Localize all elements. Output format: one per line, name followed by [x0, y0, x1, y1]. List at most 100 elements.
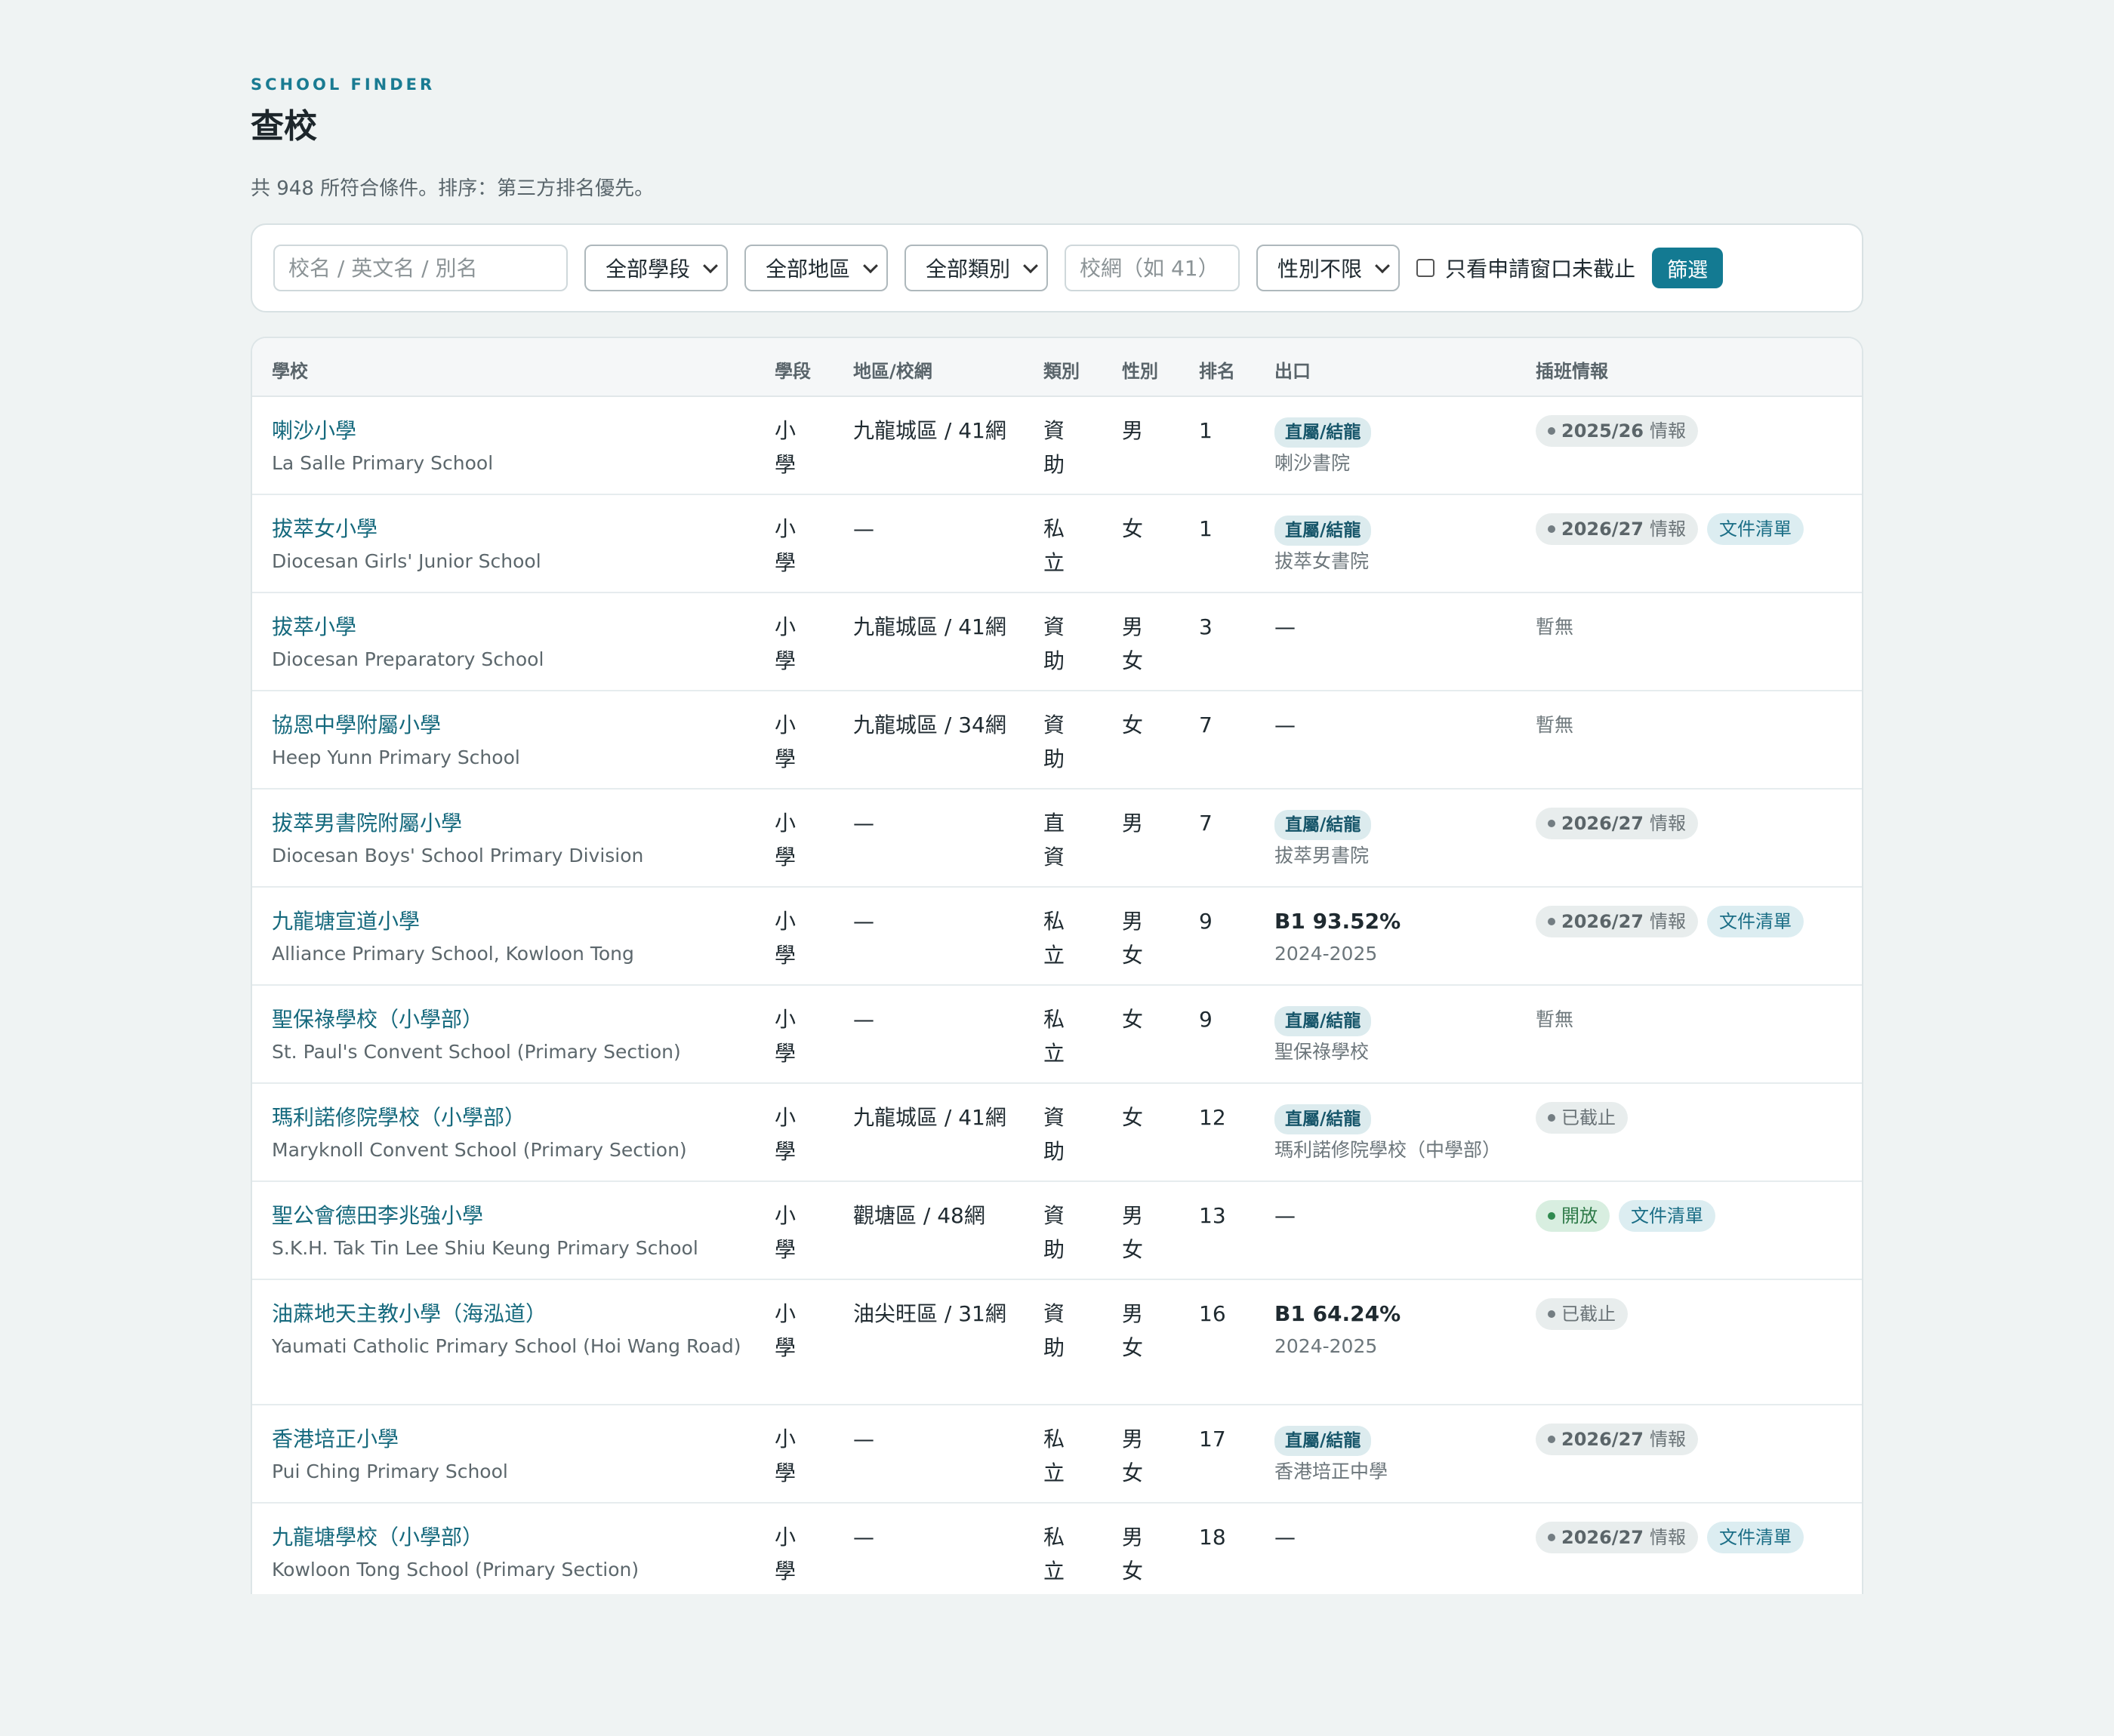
intel-year-badge[interactable]: 2026/27 情報: [1536, 808, 1698, 839]
intel-year-badge[interactable]: 2026/27 情報: [1536, 906, 1698, 937]
school-name-link[interactable]: 協恩中學附屬小學: [272, 708, 755, 742]
type-cell: 資助: [1043, 1203, 1065, 1262]
school-name-link[interactable]: 拔萃小學: [272, 610, 755, 644]
outlet-school: 拔萃女書院: [1274, 550, 1370, 572]
gender-cell: 男: [1122, 418, 1144, 443]
outlet-empty: —: [1274, 614, 1296, 639]
intel-cell: 2026/27 情報: [1536, 1422, 1853, 1455]
intel-cell: 2026/27 情報 文件清單: [1536, 904, 1853, 937]
school-cell: 聖保祿學校（小學部） St. Paul's Convent School (Pr…: [272, 1002, 755, 1068]
column-header-gender[interactable]: 性別: [1122, 355, 1182, 389]
column-header-district[interactable]: 地區/校網: [853, 355, 1012, 389]
school-cell: 協恩中學附屬小學 Heep Yunn Primary School: [272, 708, 755, 774]
intel-year-badge[interactable]: 2026/27 情報: [1536, 1522, 1698, 1553]
school-cell: 聖公會德田李兆強小學 S.K.H. Tak Tin Lee Shiu Keung…: [272, 1199, 755, 1264]
district-cell: —: [853, 1007, 874, 1032]
school-name-link[interactable]: 九龍塘宣道小學: [272, 904, 755, 938]
rank-cell: 9: [1199, 1007, 1213, 1032]
school-english-name: St. Paul's Convent School (Primary Secti…: [272, 1041, 681, 1063]
school-name-link[interactable]: 拔萃女小學: [272, 512, 755, 546]
column-header-outlet[interactable]: 出口: [1274, 355, 1531, 389]
gender-cell: 女: [1122, 713, 1144, 737]
table-row[interactable]: 拔萃男書院附屬小學 Diocesan Boys' School Primary …: [252, 790, 1862, 888]
stage-cell: 小學: [775, 1525, 797, 1584]
rank-cell: 17: [1199, 1427, 1226, 1451]
table-row[interactable]: 九龍塘宣道小學 Alliance Primary School, Kowloon…: [252, 888, 1862, 986]
school-name-link[interactable]: 九龍塘學校（小學部）: [272, 1520, 755, 1554]
status-dot-icon: [1548, 820, 1555, 827]
intel-word: 情報: [1649, 812, 1686, 834]
school-name-link[interactable]: 聖公會德田李兆強小學: [272, 1199, 755, 1233]
table-row[interactable]: 協恩中學附屬小學 Heep Yunn Primary School 小學 九龍城…: [252, 691, 1862, 790]
chevron-down-icon: [863, 258, 878, 274]
district-cell: —: [853, 811, 874, 836]
rank-cell: 7: [1199, 811, 1213, 836]
stage-cell: 小學: [775, 909, 797, 968]
school-english-name: Kowloon Tong School (Primary Section): [272, 1559, 639, 1581]
school-name-link[interactable]: 聖保祿學校（小學部）: [272, 1002, 755, 1036]
school-net-input[interactable]: [1065, 245, 1240, 291]
app-eyebrow: SCHOOL FINDER: [251, 75, 436, 94]
type-cell: 私立: [1043, 1007, 1065, 1066]
category-select-value: 全部類別: [926, 257, 1011, 282]
district-select-value: 全部地區: [766, 257, 851, 282]
stage-select[interactable]: 全部學段: [584, 245, 729, 291]
status-dot-icon: [1548, 1534, 1555, 1541]
outlet-cell: 直屬/結龍 聖保祿學校: [1274, 1002, 1531, 1068]
school-search-input[interactable]: [273, 245, 568, 291]
document-list-link[interactable]: 文件清單: [1706, 1522, 1804, 1553]
intel-year: 2026/27: [1561, 518, 1644, 540]
school-name-link[interactable]: 拔萃男書院附屬小學: [272, 806, 755, 840]
table-row[interactable]: 拔萃小學 Diocesan Preparatory School 小學 九龍城區…: [252, 593, 1862, 691]
school-name-link[interactable]: 喇沙小學: [272, 414, 755, 448]
intel-year-badge[interactable]: 2026/27 情報: [1536, 513, 1698, 545]
intel-year: 2026/27: [1561, 1526, 1644, 1548]
open-only-checkbox[interactable]: [1416, 259, 1435, 277]
intel-none: 暫無: [1536, 714, 1574, 736]
table-row[interactable]: 喇沙小學 La Salle Primary School 小學 九龍城區 / 4…: [252, 397, 1862, 495]
table-row[interactable]: 九龍塘學校（小學部） Kowloon Tong School (Primary …: [252, 1504, 1862, 1594]
table-row[interactable]: 拔萃女小學 Diocesan Girls' Junior School 小學 —…: [252, 495, 1862, 593]
column-header-rank[interactable]: 排名: [1199, 355, 1252, 389]
category-select[interactable]: 全部類別: [904, 245, 1049, 291]
stage-cell: 小學: [775, 1301, 797, 1360]
outlet-banding-rate: B1 93.52%: [1274, 909, 1401, 934]
document-list-link[interactable]: 文件清單: [1619, 1200, 1715, 1232]
district-cell: 觀塘區 / 48網: [853, 1203, 985, 1228]
table-row[interactable]: 油蔴地天主教小學（海泓道） Yaumati Catholic Primary S…: [252, 1280, 1862, 1405]
table-row[interactable]: 香港培正小學 Pui Ching Primary School 小學 — 私立 …: [252, 1405, 1862, 1504]
column-header-stage[interactable]: 學段: [775, 355, 835, 389]
table-row[interactable]: 瑪利諾修院學校（小學部） Maryknoll Convent School (P…: [252, 1084, 1862, 1182]
document-list-link[interactable]: 文件清單: [1706, 513, 1804, 545]
school-name-link[interactable]: 香港培正小學: [272, 1422, 755, 1456]
district-select[interactable]: 全部地區: [744, 245, 889, 291]
outlet-empty: —: [1274, 713, 1296, 737]
district-cell: —: [853, 1525, 874, 1550]
rank-cell: 18: [1199, 1525, 1226, 1550]
open-only-filter[interactable]: 只看申請窗口未截止: [1416, 253, 1635, 283]
table-row[interactable]: 聖保祿學校（小學部） St. Paul's Convent School (Pr…: [252, 986, 1862, 1084]
result-summary: 共 948 所符合條件。排序：第三方排名優先。: [251, 177, 655, 200]
school-name-link[interactable]: 油蔴地天主教小學（海泓道）: [272, 1297, 755, 1331]
stage-cell: 小學: [775, 614, 797, 673]
table-row[interactable]: 聖公會德田李兆強小學 S.K.H. Tak Tin Lee Shiu Keung…: [252, 1182, 1862, 1280]
outlet-school: 瑪利諾修院學校（中學部）: [1274, 1139, 1502, 1161]
gender-select[interactable]: 性別不限: [1256, 245, 1401, 291]
outlet-year: 2024-2025: [1274, 1335, 1378, 1357]
filter-bar: 全部學段 全部地區 全部類別 性別不限 只看申請窗口未截止 篩選: [251, 223, 1863, 312]
intel-cell: 2025/26 情報: [1536, 414, 1853, 447]
gender-cell: 男女: [1122, 1203, 1144, 1262]
school-cell: 拔萃男書院附屬小學 Diocesan Boys' School Primary …: [272, 806, 755, 872]
rank-cell: 1: [1199, 418, 1213, 443]
district-cell: 九龍城區 / 34網: [853, 713, 1006, 737]
intel-cell: 2026/27 情報 文件清單: [1536, 512, 1853, 545]
document-list-link[interactable]: 文件清單: [1706, 906, 1804, 937]
column-header-type[interactable]: 類別: [1043, 355, 1104, 389]
intel-year-badge[interactable]: 2025/26 情報: [1536, 415, 1698, 447]
school-name-link[interactable]: 瑪利諾修院學校（小學部）: [272, 1100, 755, 1134]
column-header-school[interactable]: 學校: [272, 355, 755, 389]
intel-year-badge[interactable]: 2026/27 情報: [1536, 1424, 1698, 1455]
filter-submit-button[interactable]: 篩選: [1652, 248, 1724, 288]
rank-cell: 9: [1199, 909, 1213, 934]
column-header-info[interactable]: 插班情報: [1536, 355, 1853, 389]
